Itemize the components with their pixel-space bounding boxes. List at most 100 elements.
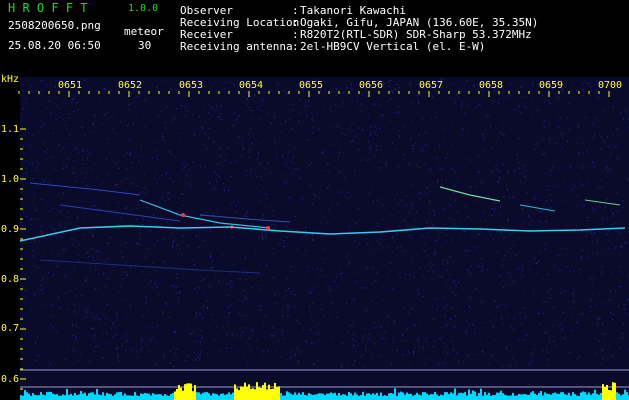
noise-speckle bbox=[612, 319, 614, 321]
noise-speckle bbox=[379, 169, 381, 171]
noise-speckle bbox=[393, 320, 395, 322]
level-bar bbox=[164, 394, 166, 400]
noise-speckle bbox=[166, 89, 169, 91]
noise-speckle bbox=[602, 349, 604, 351]
noise-speckle bbox=[412, 261, 414, 263]
noise-speckle bbox=[503, 196, 505, 198]
noise-speckle bbox=[518, 339, 520, 341]
noise-speckle bbox=[47, 149, 49, 151]
noise-speckle bbox=[125, 333, 127, 335]
noise-speckle bbox=[565, 154, 568, 156]
noise-speckle bbox=[308, 164, 310, 166]
noise-speckle bbox=[538, 260, 540, 262]
noise-speckle bbox=[517, 104, 519, 107]
noise-speckle bbox=[572, 316, 574, 318]
noise-speckle bbox=[66, 165, 68, 167]
noise-speckle bbox=[450, 205, 452, 207]
noise-speckle bbox=[292, 159, 294, 161]
noise-speckle bbox=[35, 90, 38, 92]
noise-speckle bbox=[24, 269, 27, 271]
noise-speckle bbox=[263, 167, 265, 169]
noise-speckle bbox=[558, 167, 560, 169]
noise-speckle bbox=[250, 143, 252, 145]
noise-speckle bbox=[550, 322, 552, 324]
noise-speckle bbox=[569, 348, 571, 350]
noise-speckle bbox=[585, 117, 587, 119]
noise-speckle bbox=[591, 207, 593, 209]
level-bar bbox=[296, 394, 298, 400]
noise-speckle bbox=[498, 102, 500, 104]
noise-speckle bbox=[507, 364, 509, 366]
noise-speckle bbox=[379, 161, 381, 163]
noise-speckle bbox=[23, 152, 25, 154]
noise-speckle bbox=[335, 104, 337, 106]
noise-speckle bbox=[181, 260, 183, 262]
noise-speckle bbox=[396, 148, 398, 150]
noise-speckle bbox=[42, 293, 44, 295]
level-bar bbox=[66, 389, 68, 400]
noise-speckle bbox=[172, 295, 175, 297]
level-bar bbox=[372, 393, 374, 400]
noise-speckle bbox=[433, 298, 435, 300]
level-bar bbox=[320, 393, 322, 400]
noise-speckle bbox=[294, 216, 296, 218]
noise-speckle bbox=[482, 350, 484, 352]
noise-speckle bbox=[470, 186, 472, 188]
noise-speckle bbox=[315, 325, 317, 327]
noise-speckle bbox=[569, 270, 572, 272]
noise-speckle bbox=[316, 214, 318, 216]
level-bar bbox=[520, 394, 522, 400]
noise-speckle bbox=[612, 134, 614, 136]
noise-speckle bbox=[586, 351, 588, 353]
noise-speckle bbox=[454, 223, 456, 225]
noise-speckle bbox=[495, 91, 497, 93]
noise-speckle bbox=[260, 309, 262, 311]
level-bar bbox=[78, 394, 80, 400]
noise-speckle bbox=[367, 141, 369, 143]
noise-speckle bbox=[151, 287, 153, 289]
level-bar bbox=[430, 394, 432, 400]
noise-speckle bbox=[445, 199, 447, 201]
noise-speckle bbox=[194, 151, 196, 153]
noise-speckle bbox=[604, 249, 606, 251]
noise-speckle bbox=[90, 344, 92, 347]
noise-speckle bbox=[527, 125, 529, 127]
noise-speckle bbox=[451, 239, 454, 241]
noise-speckle bbox=[202, 317, 204, 319]
noise-speckle bbox=[318, 196, 320, 199]
noise-speckle bbox=[375, 303, 377, 305]
noise-speckle bbox=[105, 323, 107, 325]
level-bar bbox=[570, 395, 572, 400]
noise-speckle bbox=[287, 315, 289, 317]
noise-speckle bbox=[141, 346, 144, 348]
noise-speckle bbox=[120, 121, 122, 123]
noise-speckle bbox=[280, 101, 282, 103]
noise-speckle bbox=[550, 350, 552, 353]
noise-speckle bbox=[144, 99, 146, 101]
noise-speckle bbox=[242, 300, 244, 302]
noise-speckle bbox=[377, 225, 379, 227]
noise-speckle bbox=[597, 318, 599, 320]
noise-speckle bbox=[533, 149, 535, 151]
noise-speckle bbox=[280, 232, 282, 234]
level-bar bbox=[54, 394, 56, 400]
noise-speckle bbox=[267, 113, 269, 115]
noise-speckle bbox=[125, 349, 127, 351]
noise-speckle bbox=[83, 298, 85, 300]
noise-speckle bbox=[263, 214, 265, 217]
noise-speckle bbox=[393, 207, 395, 209]
noise-speckle bbox=[430, 266, 432, 268]
noise-speckle bbox=[123, 154, 125, 156]
noise-speckle bbox=[501, 264, 503, 267]
level-bar bbox=[590, 394, 592, 400]
noise-speckle bbox=[482, 212, 484, 214]
noise-speckle bbox=[88, 360, 91, 363]
noise-speckle bbox=[467, 250, 470, 252]
noise-speckle bbox=[154, 178, 156, 180]
noise-speckle bbox=[587, 83, 589, 85]
noise-speckle bbox=[171, 153, 173, 155]
noise-speckle bbox=[398, 87, 401, 89]
noise-speckle bbox=[464, 113, 466, 115]
noise-speckle bbox=[212, 144, 214, 146]
noise-speckle bbox=[338, 154, 340, 156]
